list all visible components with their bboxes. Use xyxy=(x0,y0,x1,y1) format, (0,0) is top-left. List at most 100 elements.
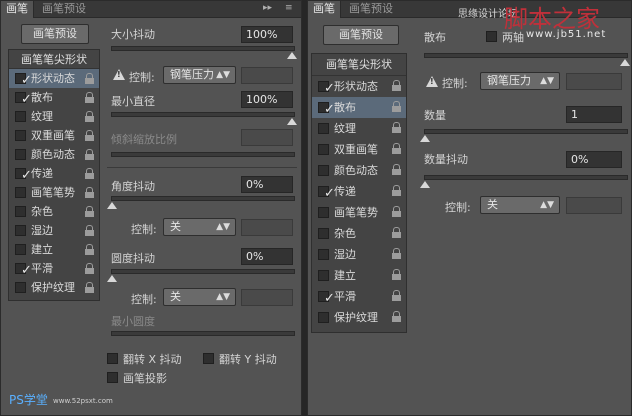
lock-icon[interactable] xyxy=(392,206,401,217)
brush-presets-button[interactable]: 画笔预设 xyxy=(21,24,89,44)
sidebar-item-checkbox[interactable]: ✓ xyxy=(318,186,335,201)
lock-icon[interactable] xyxy=(85,92,94,103)
sidebar-item-checkbox[interactable] xyxy=(15,187,26,198)
count-jitter-slider[interactable] xyxy=(424,175,628,180)
size-jitter-field[interactable]: 100% xyxy=(241,26,293,43)
lock-icon[interactable] xyxy=(392,290,401,301)
both-axes-checkbox[interactable] xyxy=(486,31,497,42)
sidebar-item-checkbox[interactable]: ✓ xyxy=(318,81,335,96)
flip-x-checkbox[interactable] xyxy=(107,353,118,364)
sidebar-item-checkbox[interactable] xyxy=(318,228,329,239)
sidebar-item-checkbox[interactable] xyxy=(318,165,329,176)
sidebar-item[interactable]: 双重画笔 xyxy=(312,139,406,160)
lock-icon[interactable] xyxy=(85,73,94,84)
sidebar-item[interactable]: 纹理 xyxy=(9,107,99,126)
sidebar-item[interactable]: 画笔笔势 xyxy=(312,202,406,223)
lock-icon[interactable] xyxy=(85,111,94,122)
lock-icon[interactable] xyxy=(85,282,94,293)
sidebar-item[interactable]: ✓ 传递 xyxy=(9,164,99,183)
min-diameter-thumb[interactable] xyxy=(287,118,297,125)
sidebar-item-brush-tip-shape[interactable]: 画笔笔尖形状 xyxy=(9,50,99,69)
sidebar-item[interactable]: ✓ 形状动态 xyxy=(312,76,406,97)
sidebar-item-checkbox[interactable] xyxy=(15,244,26,255)
sidebar-item[interactable]: 保护纹理 xyxy=(9,278,99,297)
lock-icon[interactable] xyxy=(85,263,94,274)
sidebar-item-checkbox[interactable] xyxy=(15,225,26,236)
sidebar-item[interactable]: 纹理 xyxy=(312,118,406,139)
scatter-slider[interactable] xyxy=(424,53,628,58)
flip-y-checkbox[interactable] xyxy=(203,353,214,364)
lock-icon[interactable] xyxy=(85,168,94,179)
sidebar-item[interactable]: ✓ 传递 xyxy=(312,181,406,202)
sidebar-item-checkbox[interactable]: ✓ xyxy=(15,168,32,183)
sidebar-item-checkbox[interactable]: ✓ xyxy=(15,263,32,278)
sidebar-item-checkbox[interactable] xyxy=(318,312,329,323)
count-thumb[interactable] xyxy=(420,135,430,142)
sidebar-item-checkbox[interactable]: ✓ xyxy=(318,102,335,117)
control-off-dropdown[interactable]: 关 ▲▼ xyxy=(163,218,236,236)
count-jitter-field[interactable]: 0% xyxy=(566,151,622,168)
lock-icon[interactable] xyxy=(392,227,401,238)
sidebar-item-checkbox[interactable]: ✓ xyxy=(15,92,32,107)
tab-brush-presets[interactable]: 画笔预设 xyxy=(37,1,91,18)
sidebar-item-checkbox[interactable] xyxy=(15,149,26,160)
control-pen-dropdown[interactable]: 钢笔压力 ▲▼ xyxy=(163,66,236,84)
tab-brush-presets[interactable]: 画笔预设 xyxy=(344,1,398,18)
lock-icon[interactable] xyxy=(392,185,401,196)
roundness-jitter-field[interactable]: 0% xyxy=(241,248,293,265)
sidebar-item-checkbox[interactable] xyxy=(318,207,329,218)
sidebar-item[interactable]: 颜色动态 xyxy=(312,160,406,181)
sidebar-item-checkbox[interactable] xyxy=(15,111,26,122)
sidebar-item-brush-tip-shape[interactable]: 画笔笔尖形状 xyxy=(312,54,406,76)
brush-presets-button[interactable]: 画笔预设 xyxy=(323,25,399,45)
brush-projection-checkbox[interactable] xyxy=(107,372,118,383)
sidebar-item[interactable]: 建立 xyxy=(9,240,99,259)
lock-icon[interactable] xyxy=(392,101,401,112)
lock-icon[interactable] xyxy=(85,206,94,217)
sidebar-item-checkbox[interactable] xyxy=(15,130,26,141)
sidebar-item-checkbox[interactable] xyxy=(15,282,26,293)
lock-icon[interactable] xyxy=(85,149,94,160)
roundness-jitter-slider[interactable] xyxy=(111,269,295,274)
panel-menu-icon[interactable]: ≡ xyxy=(285,3,293,13)
sidebar-item[interactable]: 建立 xyxy=(312,265,406,286)
tab-brush[interactable]: 画笔 xyxy=(308,1,341,18)
count-field[interactable]: 1 xyxy=(566,106,622,123)
lock-icon[interactable] xyxy=(85,187,94,198)
size-jitter-slider[interactable] xyxy=(111,46,295,51)
lock-icon[interactable] xyxy=(392,122,401,133)
min-diameter-slider[interactable] xyxy=(111,112,295,117)
sidebar-item[interactable]: 杂色 xyxy=(312,223,406,244)
scatter-thumb[interactable] xyxy=(620,59,630,66)
lock-icon[interactable] xyxy=(85,244,94,255)
lock-icon[interactable] xyxy=(85,130,94,141)
sidebar-item[interactable]: ✓ 散布 xyxy=(9,88,99,107)
lock-icon[interactable] xyxy=(392,143,401,154)
sidebar-item-checkbox[interactable]: ✓ xyxy=(318,291,335,306)
tab-brush[interactable]: 画笔 xyxy=(1,1,34,18)
sidebar-item[interactable]: 湿边 xyxy=(9,221,99,240)
angle-jitter-thumb[interactable] xyxy=(107,202,117,209)
angle-jitter-field[interactable]: 0% xyxy=(241,176,293,193)
sidebar-item-checkbox[interactable] xyxy=(318,144,329,155)
sidebar-item[interactable]: 画笔笔势 xyxy=(9,183,99,202)
collapse-icon[interactable]: ▸▸ xyxy=(263,3,272,13)
min-diameter-field[interactable]: 100% xyxy=(241,91,293,108)
sidebar-item[interactable]: ✓ 形状动态 xyxy=(9,69,99,88)
sidebar-item[interactable]: 颜色动态 xyxy=(9,145,99,164)
sidebar-item[interactable]: 杂色 xyxy=(9,202,99,221)
count-jitter-thumb[interactable] xyxy=(420,181,430,188)
size-jitter-thumb[interactable] xyxy=(287,52,297,59)
control-pen-dropdown[interactable]: 钢笔压力 ▲▼ xyxy=(480,72,560,90)
sidebar-item-checkbox[interactable] xyxy=(318,123,329,134)
control-off-dropdown-2[interactable]: 关 ▲▼ xyxy=(163,288,236,306)
lock-icon[interactable] xyxy=(392,269,401,280)
lock-icon[interactable] xyxy=(392,164,401,175)
sidebar-item[interactable]: 湿边 xyxy=(312,244,406,265)
lock-icon[interactable] xyxy=(392,248,401,259)
sidebar-item[interactable]: ✓ 平滑 xyxy=(312,286,406,307)
sidebar-item[interactable]: 保护纹理 xyxy=(312,307,406,328)
angle-jitter-slider[interactable] xyxy=(111,196,295,201)
roundness-jitter-thumb[interactable] xyxy=(107,275,117,282)
count-slider[interactable] xyxy=(424,129,628,134)
